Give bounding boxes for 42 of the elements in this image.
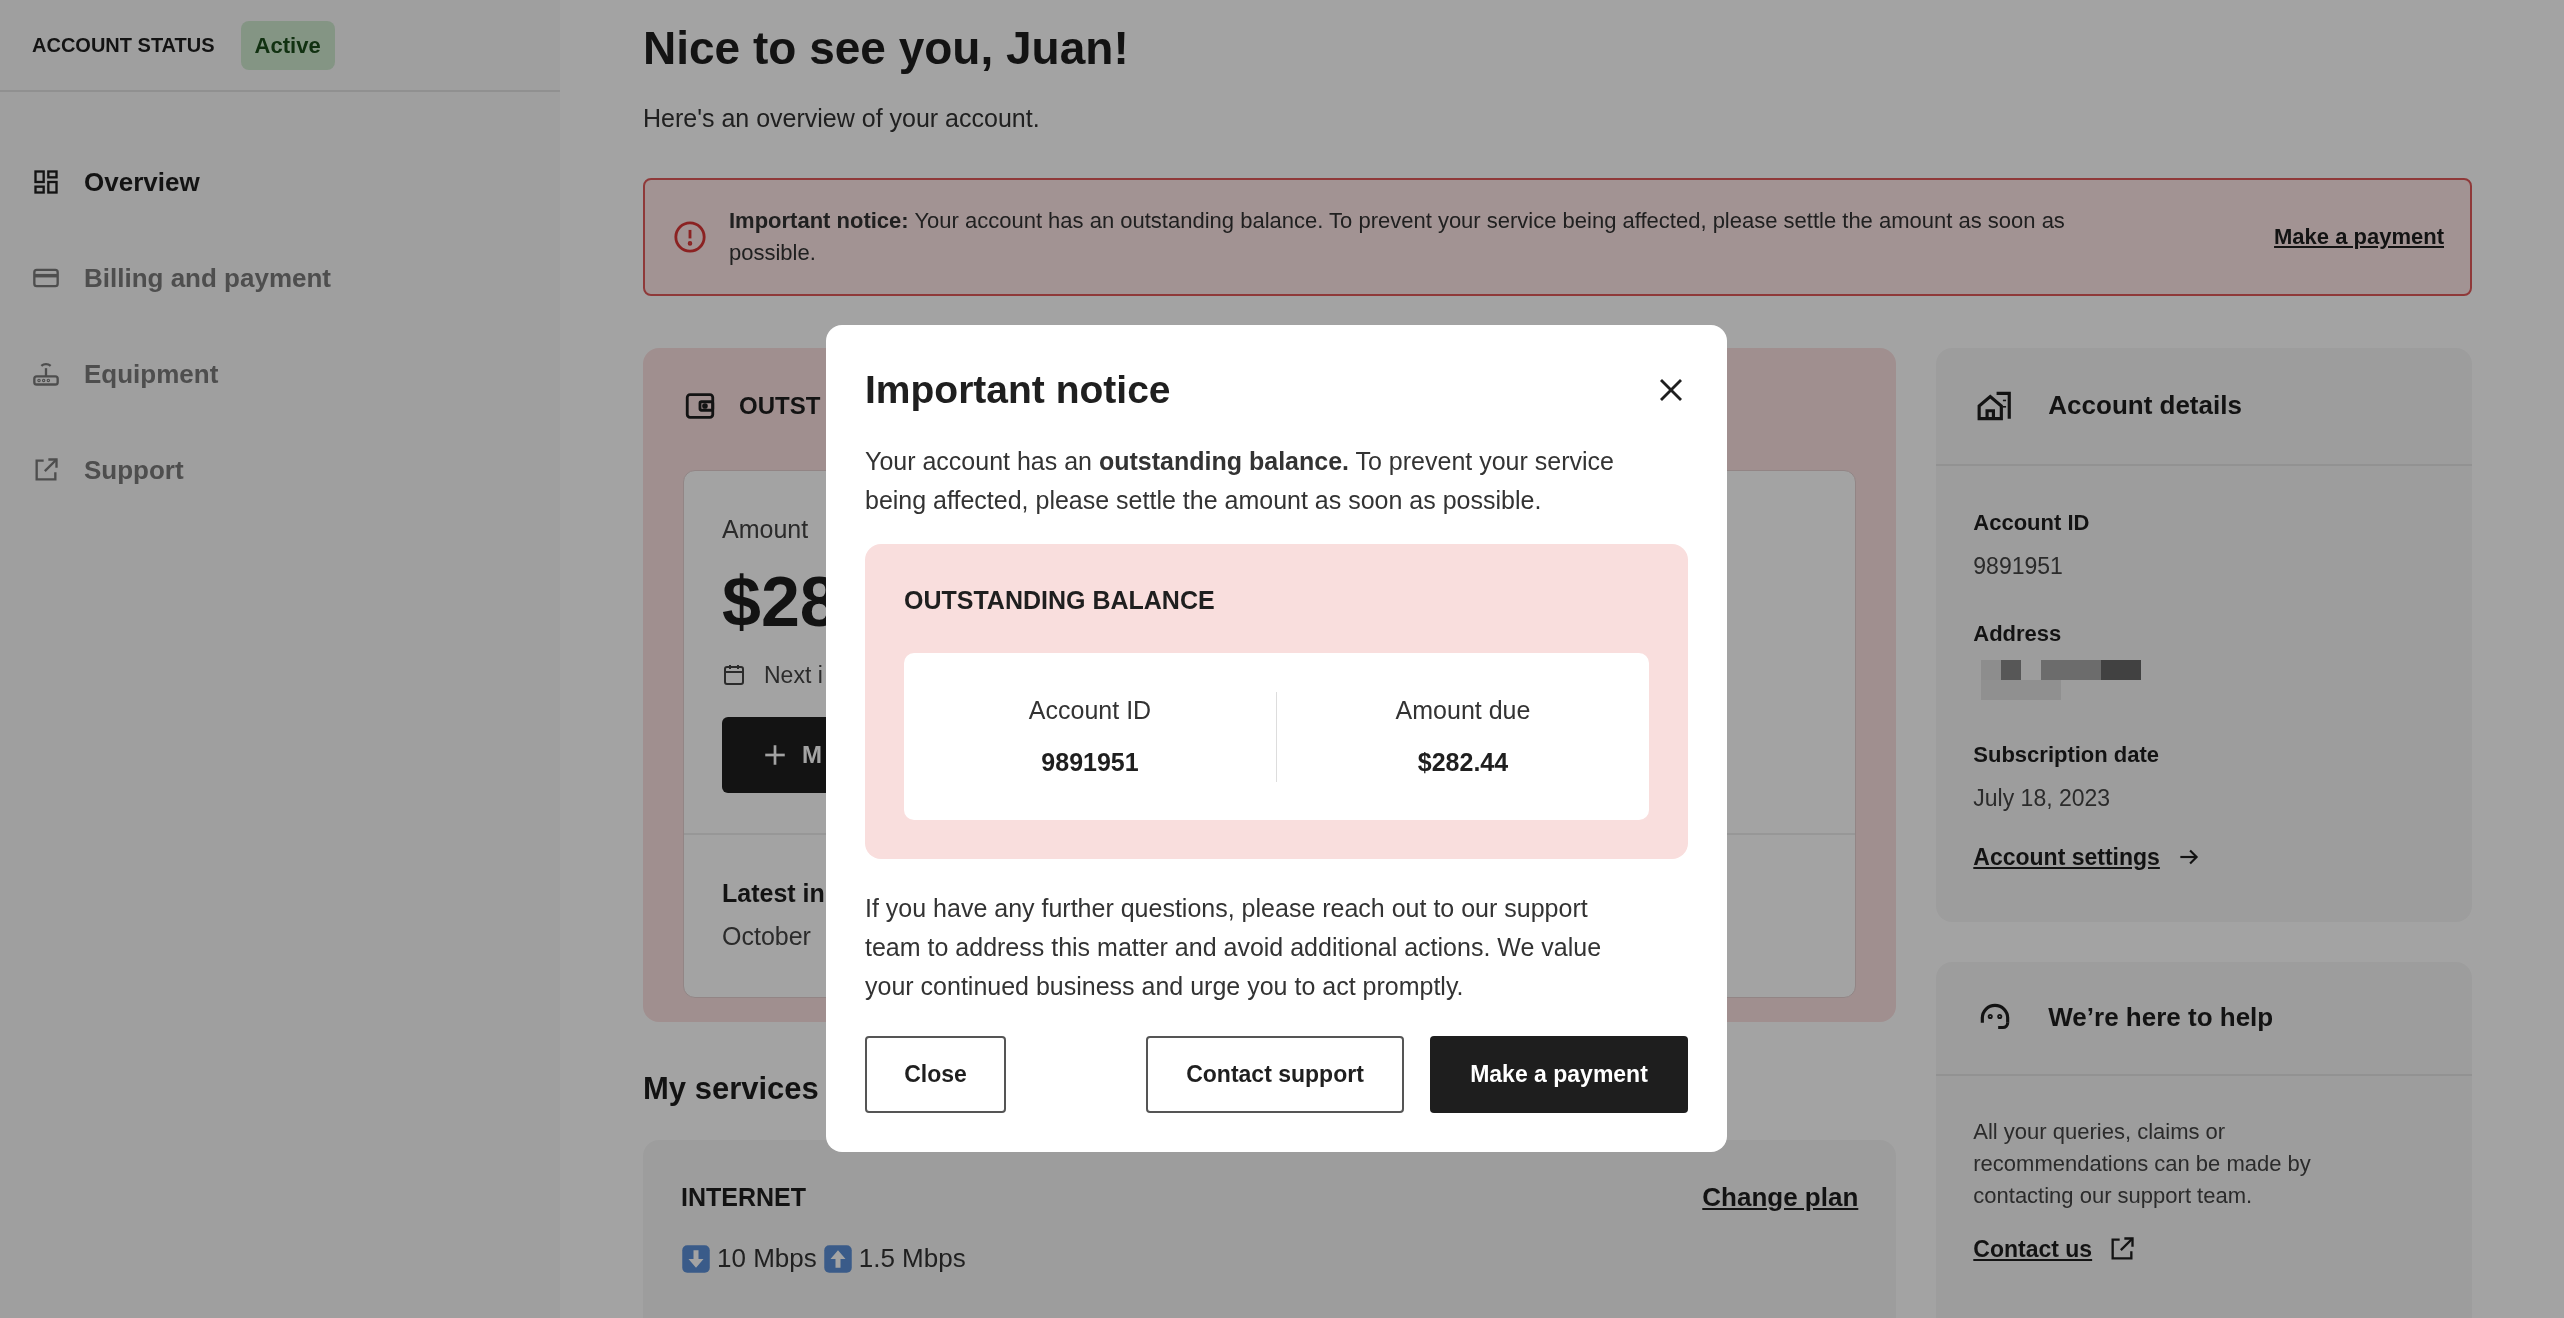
page-subtitle: Here's an overview of your account. [643,103,1040,134]
next-invoice-text: Next i [764,661,823,690]
detail-label: Account ID [1028,694,1152,726]
dialog-footer-text: If you have any further questions, please reach out to our support team to address this matter and avoid additional actions. We value your continued business and urge you to act promptly. [865,893,1603,1002]
alert-icon [673,219,707,254]
field-label: Address [1973,620,2062,648]
amount-label: Amount [722,513,809,545]
dashboard-icon [32,168,60,196]
detail-label: Amount due [1395,694,1531,726]
detail-value: 9891951 [1041,747,1139,778]
status-badge: Active [240,20,335,70]
latest-invoice-label: Latest in [722,877,825,909]
field-value: July 18, 2023 [1973,784,2111,813]
dialog-button[interactable]: Make a payment [1430,1036,1688,1113]
field-label: Subscription date [1973,741,2160,769]
account-settings-link[interactable]: Account settings [1973,839,2202,874]
upload-speed: 1.5 Mbps [858,1242,966,1275]
nav-item[interactable]: Overview [0,154,560,210]
contact-us-link[interactable]: Contact us [1973,1231,2137,1266]
help-text: All your queries, claims or recommendations can be made by contacting our support team. [1973,1117,2312,1210]
notice-text: Important notice: Your account has an outstanding balance. To prevent your service being affected, please settle the amount as soon as possible. [729,206,2066,267]
card-title: Account details [2048,389,2242,422]
service-title: INTERNET [681,1181,806,1213]
account-status-label: ACCOUNT STATUS [32,33,215,58]
field-value: 9891951 [1973,551,2063,581]
dialog-button[interactable]: Contact support [1146,1036,1404,1113]
dialog-title: Important notice [865,367,1171,413]
router-icon [32,360,60,388]
download-speed: 10 Mbps [717,1242,817,1275]
card-title: We’re here to help [2048,1001,2274,1034]
balance-title: OUTSTANDING BALANCE [904,584,1216,616]
change-plan-link[interactable]: Change plan [1702,1178,1859,1217]
latest-invoice-date: October [722,921,811,952]
detail-value: $282.44 [1417,747,1509,778]
page-title: Nice to see you, Juan! [643,21,1129,76]
field-label: Account ID [1973,508,2090,537]
section-title: My services [643,1069,819,1108]
make-payment-link[interactable]: Make a payment [2274,220,2444,253]
dialog-button[interactable]: Close [865,1036,1006,1113]
calendar-icon [722,663,746,688]
dialog-message: Your account has an outstanding balance. To prevent your service being affected, please settle the amount as soon as possible. [865,445,1615,516]
card-title: OUTST [739,390,821,421]
